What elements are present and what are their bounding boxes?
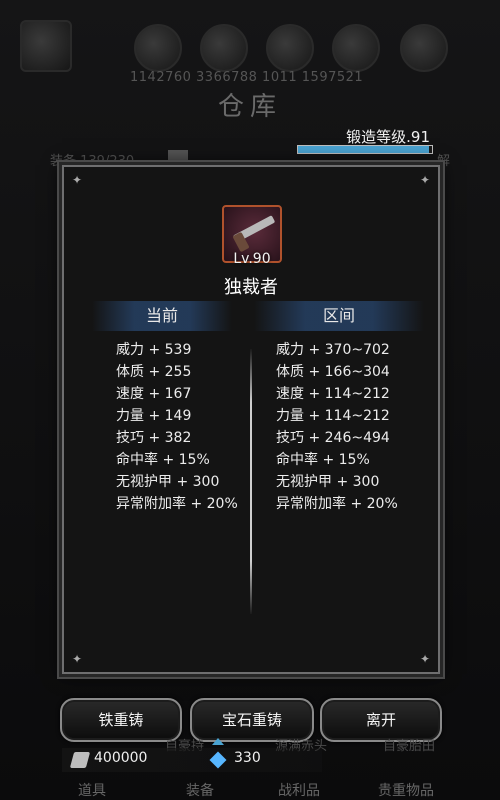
stat-row: 速度 + 167 [116,386,192,402]
expand-button[interactable] [168,150,188,160]
forge-level-label: 锻造等级.91 [346,128,430,146]
corner-ornament-icon: ✦ [419,652,431,666]
gem-marker-icon [212,738,224,745]
quest-icon[interactable] [266,24,314,72]
tab-valuables[interactable]: 贵重物品 [378,780,434,800]
column-divider [250,349,252,614]
tab-loot[interactable]: 战利品 [278,780,320,800]
stat-row: 威力 + 370~702 [276,342,390,358]
currency-bar: 400000 330 [62,748,322,772]
tab-equipment[interactable]: 装备 [186,780,214,800]
stat-row: 无视护甲 + 300 [116,474,220,490]
reforge-dialog: ✦ ✦ ✦ ✦ Lv.90 独裁者 当前 区间 威力 + 539 体质 + 25… [62,165,440,674]
silver-amount: 400000 [94,750,148,766]
stat-row: 速度 + 114~212 [276,386,390,402]
current-stats-list: 威力 + 539 体质 + 255 速度 + 167 力量 + 149 技巧 +… [116,339,238,515]
resource-info-line: 1142760 3366788 1011 1597521 [130,70,364,85]
stat-row: 体质 + 255 [116,364,192,380]
stat-row: 技巧 + 382 [116,430,192,446]
item-level: Lv.90 [233,251,271,267]
stat-row: 命中率 + 15% [276,452,370,468]
background-label: 自豪胎田 [383,739,436,754]
menu-icon[interactable] [20,20,72,72]
silver-icon [69,752,91,768]
pet-icon[interactable] [332,24,380,72]
corner-ornament-icon: ✦ [71,652,83,666]
stat-row: 技巧 + 246~494 [276,430,390,446]
tab-items[interactable]: 道具 [78,780,106,800]
skill-icon[interactable] [200,24,248,72]
range-column-header: 区间 [254,301,424,331]
gem-amount: 330 [234,750,261,766]
page-title: 仓库 [217,92,282,122]
stat-row: 无视护甲 + 300 [276,474,380,490]
stat-row: 力量 + 149 [116,408,192,424]
forge-progress-bar [297,145,433,154]
character-icon[interactable] [134,24,182,72]
corner-ornament-icon: ✦ [419,173,431,187]
item-name: 独裁者 [224,277,278,298]
forge-progress-fill [298,146,430,153]
stat-row: 命中率 + 15% [116,452,210,468]
top-icon-bar [0,18,500,74]
stat-row: 威力 + 539 [116,342,192,358]
current-column-header: 当前 [92,301,232,331]
settings-icon[interactable] [400,24,448,72]
stat-row: 异常附加率 + 20% [276,496,398,512]
stat-row: 体质 + 166~304 [276,364,390,380]
corner-ornament-icon: ✦ [71,173,83,187]
gem-icon [209,751,227,769]
stat-row: 力量 + 114~212 [276,408,390,424]
inventory-tabs: 道具 装备 战利品 贵重物品 [40,780,500,800]
range-stats-list: 威力 + 370~702 体质 + 166~304 速度 + 114~212 力… [276,339,398,515]
stat-row: 异常附加率 + 20% [116,496,238,512]
